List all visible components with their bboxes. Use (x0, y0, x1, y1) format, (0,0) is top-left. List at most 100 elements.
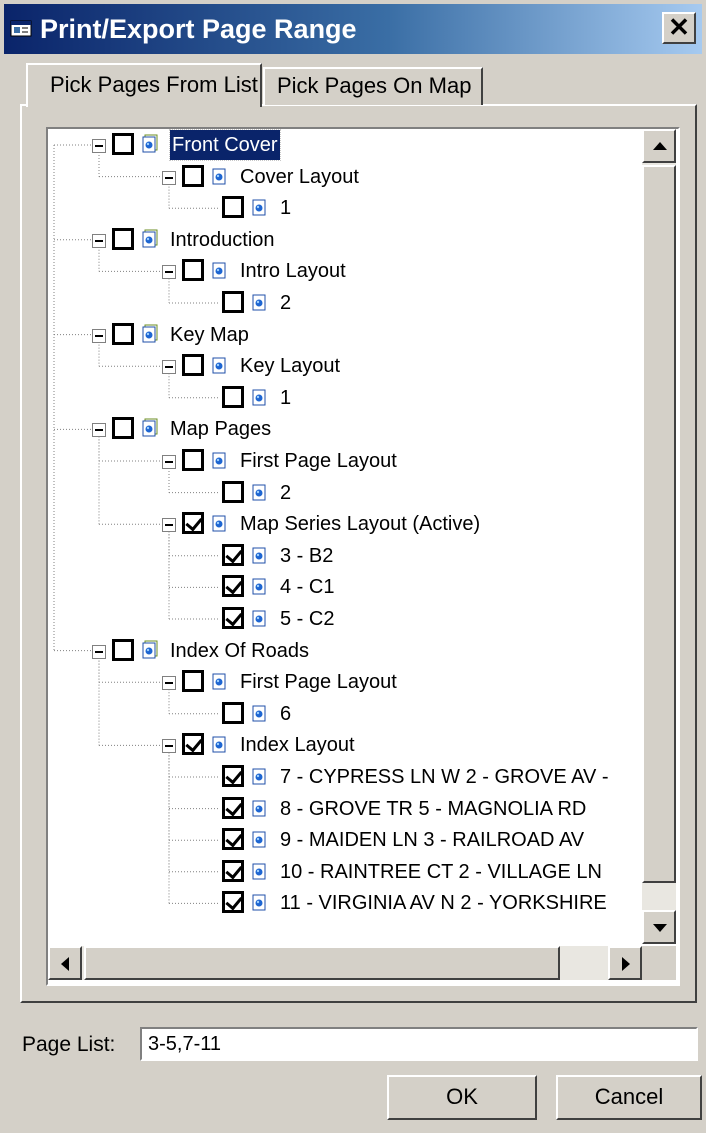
tree-node-label: Intro Layout (240, 260, 346, 283)
scroll-down-button[interactable] (642, 910, 676, 944)
document-group-icon (142, 229, 158, 248)
page-icon (252, 547, 266, 564)
vertical-scrollbar[interactable] (642, 129, 676, 944)
collapse-minus-icon[interactable] (162, 739, 176, 754)
node-checkbox[interactable] (112, 417, 134, 440)
page-icon (252, 294, 266, 311)
vertical-scroll-thumb[interactable] (642, 165, 676, 883)
tree-node-label: 1 (280, 197, 292, 220)
tree-node-label: First Page Layout (240, 671, 397, 694)
node-checkbox[interactable] (182, 449, 204, 471)
node-checkbox[interactable] (222, 575, 244, 598)
collapse-minus-icon[interactable] (162, 455, 176, 469)
page-icon (212, 515, 226, 532)
tree-node-label: 6 (280, 702, 292, 725)
collapse-minus-icon[interactable] (162, 676, 176, 691)
arrow-right-icon (622, 957, 630, 971)
tree-node-label: 1 (280, 386, 292, 409)
printer-window-icon (10, 20, 32, 37)
document-group-icon (142, 324, 158, 343)
node-checkbox[interactable] (182, 670, 204, 693)
tree-node-label: Map Series Layout (Active) (240, 513, 481, 536)
tree-node-label: Front Cover (169, 129, 281, 161)
collapse-minus-icon[interactable] (162, 170, 176, 185)
node-checkbox[interactable] (222, 701, 244, 724)
scroll-right-button[interactable] (608, 946, 642, 980)
horizontal-scrollbar[interactable] (48, 946, 642, 980)
page-icon (212, 168, 226, 185)
page-icon (212, 262, 226, 279)
node-checkbox[interactable] (182, 354, 204, 377)
page-icon (252, 894, 266, 911)
node-checkbox[interactable] (222, 385, 244, 408)
node-checkbox[interactable] (112, 322, 134, 345)
ok-button[interactable]: OK (387, 1075, 537, 1120)
page-list-input[interactable] (140, 1027, 698, 1061)
tree-node-label: 8 - GROVE TR 5 - MAGNOLIA RD (280, 797, 587, 820)
page-icon (252, 578, 266, 595)
node-checkbox[interactable] (222, 796, 244, 819)
page-icon (212, 452, 226, 469)
collapse-minus-icon[interactable] (92, 328, 106, 343)
page-icon (252, 199, 266, 216)
tree-node-label: Cover Layout (240, 165, 359, 188)
node-checkbox[interactable] (182, 259, 204, 282)
tree-node-label: 2 (280, 481, 292, 504)
tab-pick-pages-from-list[interactable]: Pick Pages From List (26, 63, 262, 107)
node-checkbox[interactable] (182, 512, 204, 535)
tree-node-label: 4 - C1 (280, 576, 335, 599)
node-checkbox[interactable] (222, 607, 244, 629)
collapse-minus-icon[interactable] (92, 233, 106, 248)
node-checkbox[interactable] (112, 638, 134, 661)
collapse-minus-icon[interactable] (92, 423, 106, 438)
collapse-minus-icon[interactable] (92, 644, 106, 659)
node-checkbox[interactable] (222, 891, 244, 914)
node-checkbox[interactable] (112, 227, 134, 250)
tree-node-label: 9 - MAIDEN LN 3 - RAILROAD AV (280, 829, 585, 852)
page-icon (252, 484, 266, 501)
node-checkbox[interactable] (182, 733, 204, 756)
node-checkbox[interactable] (222, 859, 244, 882)
page-icon (252, 610, 266, 627)
node-checkbox[interactable] (222, 291, 244, 313)
tree-node-label: 3 - B2 (280, 544, 334, 567)
collapse-minus-icon[interactable] (92, 139, 106, 153)
page-icon (252, 705, 266, 722)
horizontal-scroll-thumb[interactable] (84, 946, 560, 980)
page-icon (252, 800, 266, 817)
scroll-up-button[interactable] (642, 129, 676, 163)
tree-node-label: 7 - CYPRESS LN W 2 - GROVE AV - (280, 766, 609, 788)
node-checkbox[interactable] (222, 765, 244, 787)
tree-node-label: First Page Layout (240, 450, 397, 472)
node-checkbox[interactable] (182, 164, 204, 187)
node-checkbox[interactable] (222, 828, 244, 851)
tree-node-label: 5 - C2 (280, 608, 335, 630)
tree-node-label: Index Layout (240, 734, 355, 757)
arrow-left-icon (61, 957, 69, 971)
tree-node-label: 10 - RAINTREE CT 2 - VILLAGE LN (280, 860, 602, 883)
node-checkbox[interactable] (222, 480, 244, 503)
collapse-minus-icon[interactable] (162, 518, 176, 533)
tree-node-label: Map Pages (170, 418, 272, 441)
arrow-up-icon (653, 142, 667, 150)
node-checkbox[interactable] (222, 543, 244, 566)
tab-pick-pages-on-map[interactable]: Pick Pages On Map (263, 67, 483, 105)
document-group-icon (142, 640, 158, 659)
close-button[interactable]: ✕ (662, 12, 696, 44)
title-bar[interactable]: Print/Export Page Range ✕ (4, 4, 702, 54)
collapse-minus-icon[interactable] (162, 360, 176, 375)
page-icon (252, 863, 266, 880)
cancel-button[interactable]: Cancel (556, 1075, 702, 1120)
tree-node-label: Index Of Roads (170, 639, 309, 662)
scroll-left-button[interactable] (48, 946, 82, 980)
tree-node-label: Introduction (170, 228, 275, 251)
dialog-title: Print/Export Page Range (40, 14, 357, 44)
scrollbar-corner (642, 946, 676, 980)
tree-node-label: 2 (280, 292, 292, 314)
document-group-icon (142, 418, 158, 437)
document-group-icon (142, 134, 158, 153)
node-checkbox[interactable] (112, 133, 134, 155)
collapse-minus-icon[interactable] (162, 265, 176, 280)
node-checkbox[interactable] (222, 196, 244, 219)
page-tree-view[interactable]: Front Cover Cover Layout 1 Introduction Intr… (46, 127, 680, 986)
